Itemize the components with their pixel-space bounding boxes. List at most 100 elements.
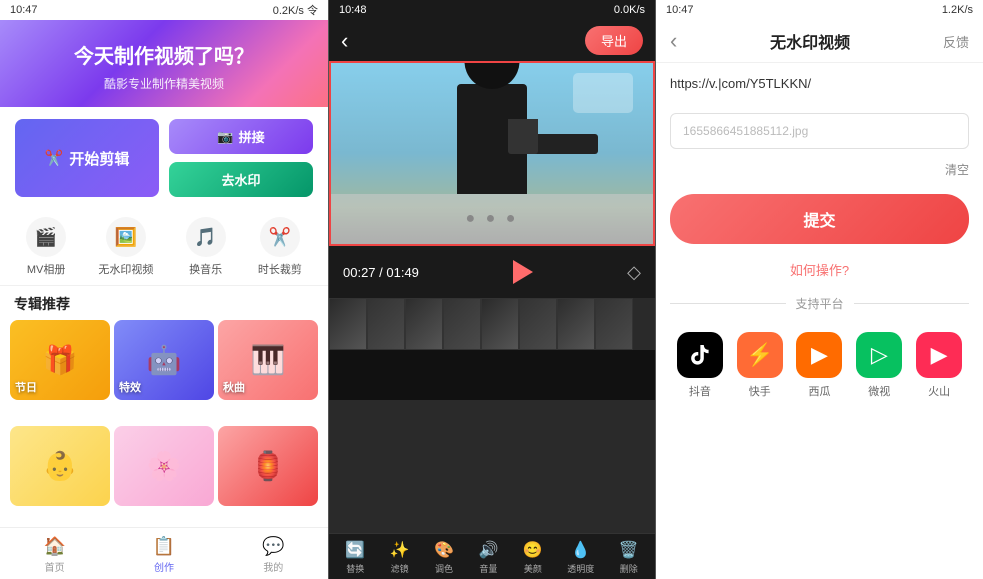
- trim-icon: ✂️: [260, 217, 300, 257]
- tool-delete[interactable]: 🗑️ 删除: [619, 540, 639, 575]
- submit-button[interactable]: 提交: [670, 194, 969, 244]
- huoshan-icon: ▶: [916, 332, 962, 378]
- flower-decoration: 🌸: [147, 449, 182, 482]
- watermark-button[interactable]: 去水印: [169, 162, 313, 197]
- right-buttons: 📷 拼接 去水印: [169, 119, 313, 197]
- scissor-icon: ✂️: [45, 149, 64, 167]
- quick-features: 🎬 MV相册 🖼️ 无水印视频 🎵 换音乐 ✂️ 时长裁剪: [0, 209, 328, 286]
- time-1: 10:47: [10, 4, 38, 16]
- video-preview: ● ● ●: [329, 61, 655, 246]
- autumn-label: 秋曲: [223, 379, 245, 395]
- album-item-autumn[interactable]: 🎹 秋曲: [218, 320, 318, 400]
- hero-subtitle: 酷影专业制作精美视频: [15, 75, 313, 92]
- splice-icon: 📷: [217, 129, 233, 145]
- festival-label: 节日: [15, 379, 37, 395]
- tool-beauty[interactable]: 😊 美颜: [523, 540, 543, 575]
- timeline: [329, 298, 655, 533]
- start-edit-button[interactable]: ✂️ 开始剪辑: [15, 119, 159, 197]
- film-frame: [443, 298, 481, 350]
- album-item-effects[interactable]: 🤖 特效: [114, 320, 214, 400]
- url-text: https://v.|com/Y5TLKKN/: [670, 76, 811, 91]
- tool-filter[interactable]: ✨ 滤镜: [390, 540, 410, 575]
- weishi-icon: ▷: [856, 332, 902, 378]
- album-grid: 🎁 节日 🤖 特效 🎹 秋曲 👶 🌸 🏮: [0, 320, 328, 527]
- filename-placeholder: 1655866451885112.jpg: [683, 124, 808, 138]
- film-frame: [519, 298, 557, 350]
- kuaishou-icon: ⚡: [737, 332, 783, 378]
- diamond-icon: ◇: [627, 262, 641, 283]
- profile-icon: 💬: [262, 536, 284, 557]
- divider-right: [854, 303, 970, 304]
- clear-button[interactable]: 清空: [945, 161, 969, 178]
- filmstrip: [329, 298, 655, 350]
- hero-section: 今天制作视频了吗？ 酷影专业制作精美视频: [0, 20, 328, 107]
- album-item-flower[interactable]: 🌸: [114, 426, 214, 506]
- effects-decoration: 🤖: [147, 344, 182, 377]
- video-content: ● ● ●: [331, 63, 653, 244]
- back-button-3[interactable]: ‹: [670, 28, 677, 54]
- home-icon: 🏠: [43, 536, 65, 557]
- replace-icon: 🔄: [345, 540, 365, 560]
- nav-profile[interactable]: 💬 我的: [262, 536, 284, 574]
- divider-label: 支持平台: [796, 295, 844, 312]
- feature-trim[interactable]: ✂️ 时长裁剪: [258, 217, 302, 277]
- feature-mv[interactable]: 🎬 MV相册: [26, 217, 66, 277]
- album-item-baby[interactable]: 👶: [10, 426, 110, 506]
- platforms-section: 抖音 ⚡ 快手 ▶ 西瓜 ▷ 微视 ▶ 火山: [656, 324, 983, 411]
- album-item-festival[interactable]: 🎁 节日: [10, 320, 110, 400]
- film-frame: [405, 298, 443, 350]
- signals-3: 1.2K/s: [942, 4, 973, 16]
- tool-volume[interactable]: 🔊 音量: [478, 540, 498, 575]
- feature-music[interactable]: 🎵 换音乐: [186, 217, 226, 277]
- opacity-icon: 💧: [571, 540, 591, 560]
- blur-dots: ● ● ●: [466, 210, 519, 228]
- autumn-decoration: 🎹: [251, 344, 286, 377]
- video-header: ‹ 导出: [329, 20, 655, 61]
- baby-decoration: 👶: [43, 449, 78, 482]
- divider-left: [670, 303, 786, 304]
- panel3-title: 无水印视频: [770, 29, 850, 53]
- effects-label: 特效: [119, 379, 141, 395]
- back-button-2[interactable]: ‹: [341, 28, 348, 54]
- album-item-lantern[interactable]: 🏮: [218, 426, 318, 506]
- hero-title: 今天制作视频了吗？: [15, 40, 313, 69]
- tool-replace[interactable]: 🔄 替换: [345, 540, 365, 575]
- nav-create[interactable]: 📋 创作: [153, 536, 175, 574]
- watermark-icon: 🖼️: [106, 217, 146, 257]
- how-to-link[interactable]: 如何操作?: [656, 256, 983, 283]
- splice-button[interactable]: 📷 拼接: [169, 119, 313, 154]
- platform-huoshan[interactable]: ▶ 火山: [916, 332, 962, 399]
- status-bar-2: 10:48 0.0K/s: [329, 0, 655, 20]
- blur-overlay: ● ● ●: [331, 194, 653, 244]
- beauty-icon: 😊: [523, 540, 543, 560]
- platform-xigua[interactable]: ▶ 西瓜: [796, 332, 842, 399]
- platform-weishi[interactable]: ▷ 微视: [856, 332, 902, 399]
- black-track: [329, 350, 655, 400]
- feature-watermark[interactable]: 🖼️ 无水印视频: [98, 217, 153, 277]
- panel3-header: ‹ 无水印视频 反馈: [656, 20, 983, 63]
- film-frame: [329, 298, 367, 350]
- play-button[interactable]: [505, 254, 541, 290]
- time-display: 00:27 / 01:49: [343, 265, 419, 280]
- platform-kuaishou[interactable]: ⚡ 快手: [737, 332, 783, 399]
- bottom-nav: 🏠 首页 📋 创作 💬 我的: [0, 527, 328, 579]
- platform-douyin[interactable]: 抖音: [677, 332, 723, 399]
- signals-1: 0.2K/s 令: [273, 2, 318, 18]
- filename-input[interactable]: 1655866451885112.jpg: [670, 113, 969, 149]
- album-section-title: 专辑推荐: [0, 286, 328, 320]
- xigua-icon: ▶: [796, 332, 842, 378]
- feedback-link[interactable]: 反馈: [943, 32, 969, 51]
- volume-icon: 🔊: [478, 540, 498, 560]
- tools-bar: 🔄 替换 ✨ 滤镜 🎨 调色 🔊 音量 😊 美颜 💧 透明度 🗑️ 删除: [329, 533, 655, 579]
- tool-opacity[interactable]: 💧 透明度: [567, 540, 594, 575]
- mv-icon: 🎬: [26, 217, 66, 257]
- tool-color[interactable]: 🎨 调色: [434, 540, 454, 575]
- divider-section: 支持平台: [656, 283, 983, 324]
- export-button[interactable]: 导出: [585, 26, 643, 55]
- film-frame: [595, 298, 633, 350]
- nav-home[interactable]: 🏠 首页: [43, 536, 65, 574]
- lantern-decoration: 🏮: [251, 449, 286, 482]
- filter-icon: ✨: [390, 540, 410, 560]
- playback-controls: 00:27 / 01:49 ◇: [329, 246, 655, 298]
- film-frame: [367, 298, 405, 350]
